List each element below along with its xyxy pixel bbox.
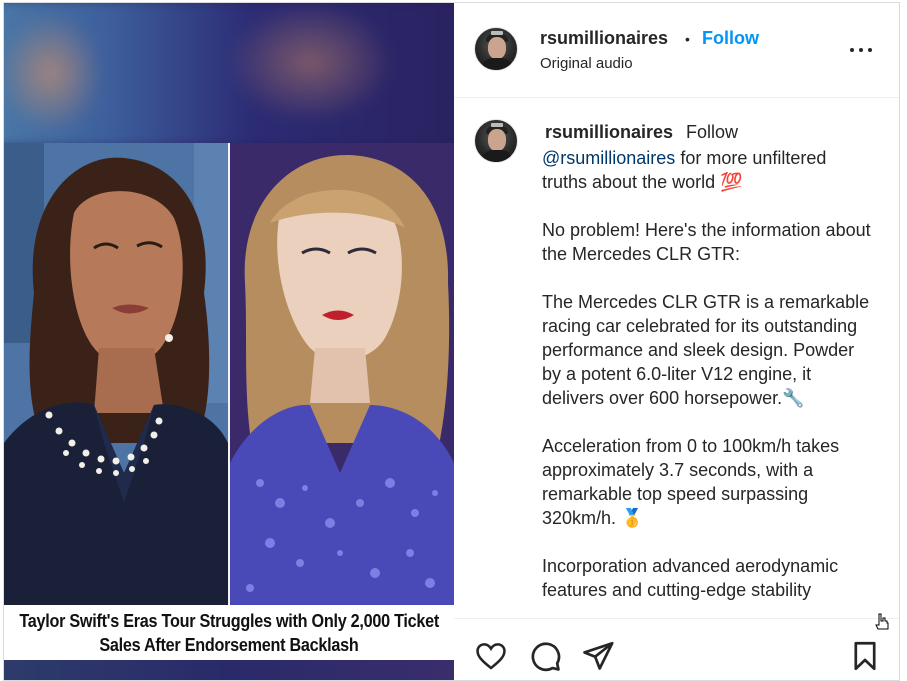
caption-paragraph-3: Acceleration from 0 to 100km/h takes app…: [542, 436, 840, 528]
original-audio-link[interactable]: Original audio: [540, 55, 633, 72]
image-caption-line-1: Taylor Swift's Eras Tour Struggles with …: [19, 610, 439, 631]
post-window: Taylor Swift's Eras Tour Struggles with …: [3, 2, 900, 681]
heart-icon[interactable]: [474, 639, 508, 673]
blurred-background-top: [4, 3, 454, 149]
follow-button[interactable]: Follow: [702, 28, 759, 49]
caption-text: @rsumillionaires for more unfiltered tru…: [542, 146, 872, 618]
caption-follow-text: Follow: [686, 122, 739, 142]
action-bar: [454, 618, 899, 680]
blurred-background-bottom: [4, 660, 454, 680]
photo-left-woman: [4, 143, 228, 605]
caption-paragraph-2: The Mercedes CLR GTR is a remarkable rac…: [542, 292, 870, 408]
photo-right-woman: [230, 143, 454, 605]
image-caption-banner: Taylor Swift's Eras Tour Struggles with …: [4, 605, 454, 660]
caption-paragraph-1: No problem! Here's the information about…: [542, 220, 871, 264]
send-icon[interactable]: [581, 639, 615, 673]
avatar[interactable]: [474, 27, 518, 71]
bookmark-icon[interactable]: [848, 639, 882, 673]
caption-paragraph-4: Incorporation advanced aerodynamic featu…: [542, 556, 839, 600]
comment-icon[interactable]: [528, 639, 562, 673]
more-options-icon[interactable]: [849, 41, 875, 59]
caption-intro: @rsumillionaires for more unfiltered tru…: [542, 146, 872, 194]
header-username[interactable]: rsumillionaires: [540, 28, 668, 49]
hand-cursor-icon: [874, 613, 890, 631]
caption-avatar[interactable]: [474, 119, 518, 163]
separator-dot: •: [685, 31, 690, 47]
mention-link[interactable]: @rsumillionaires: [542, 148, 675, 168]
post-media[interactable]: Taylor Swift's Eras Tour Struggles with …: [4, 3, 454, 680]
post-side-panel: rsumillionaires • Follow Original audio …: [454, 3, 899, 680]
caption-username[interactable]: rsumillionaires: [545, 122, 673, 143]
caption-area: rsumillionaires Follow @rsumillionaires …: [454, 98, 899, 618]
post-header: rsumillionaires • Follow Original audio: [454, 3, 899, 98]
image-caption-line-2: Sales After Endorsement Backlash: [99, 634, 359, 655]
